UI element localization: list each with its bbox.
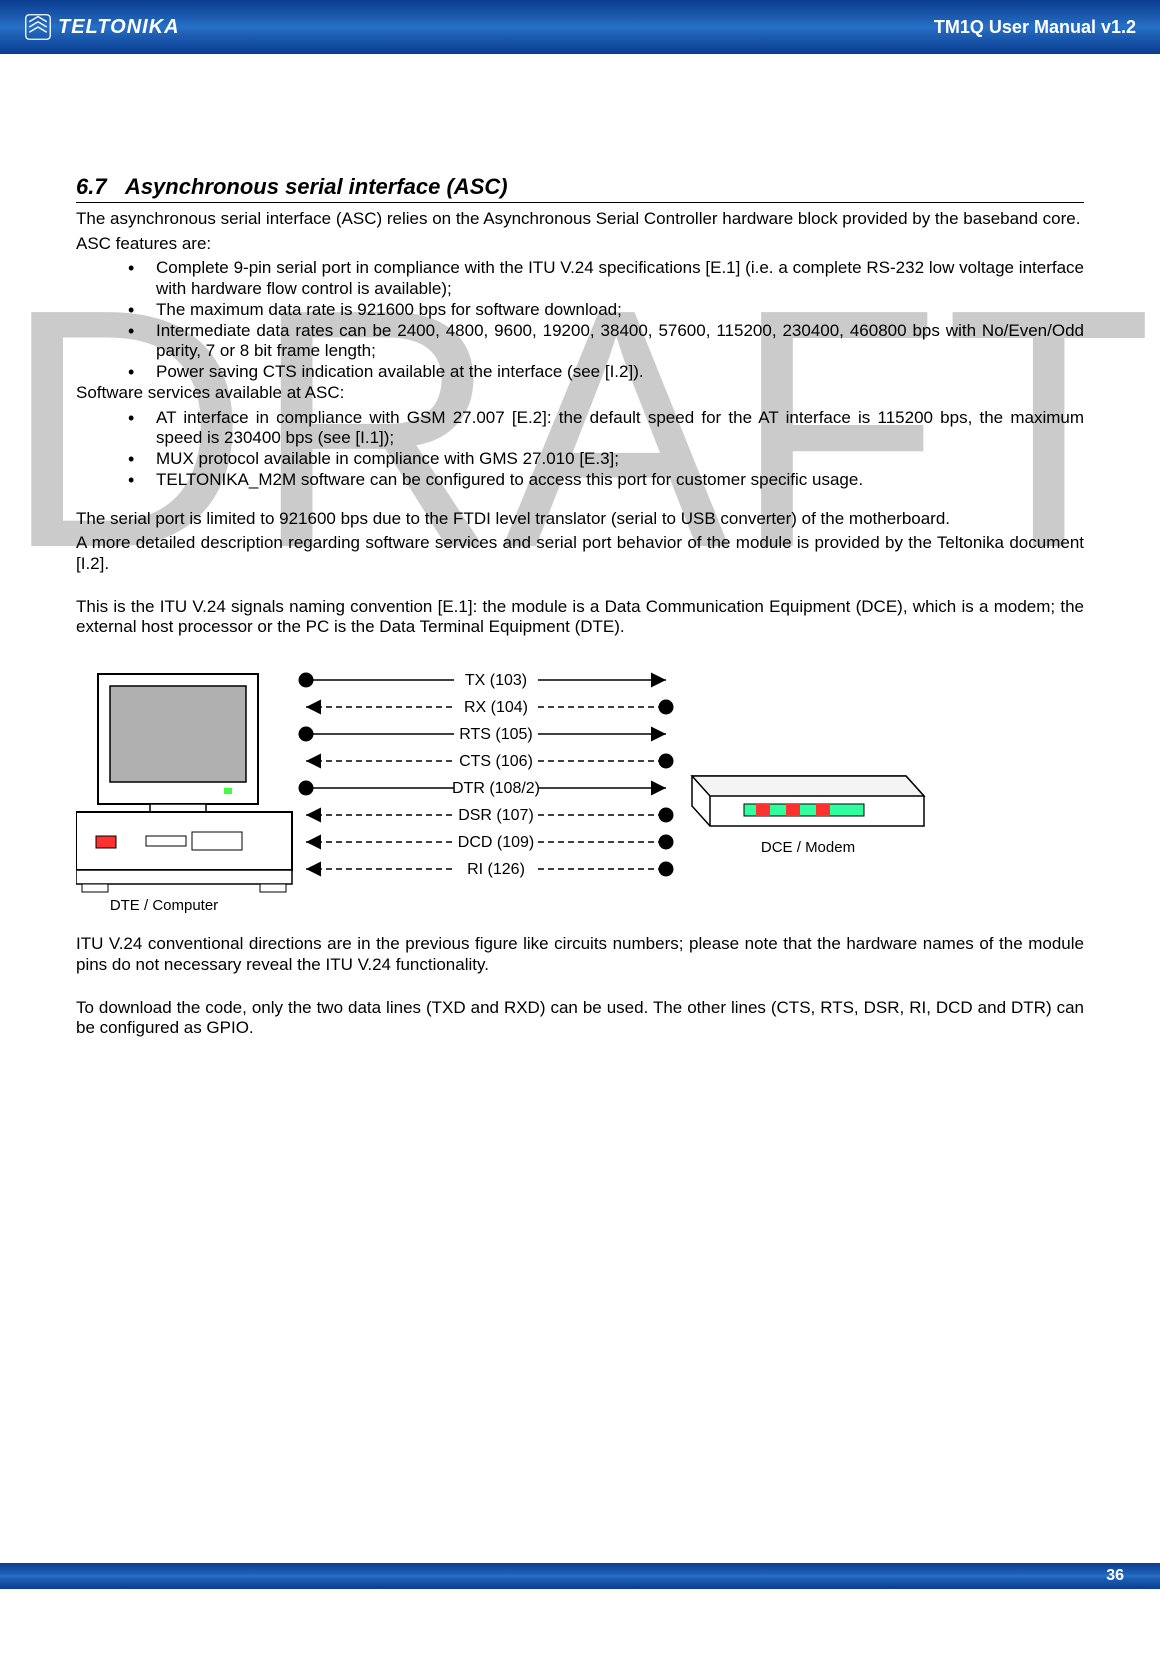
mid-paragraph-3: This is the ITU V.24 signals naming conv…	[76, 597, 1084, 638]
page-footer: 36	[0, 1563, 1160, 1589]
mid-paragraph-1: The serial port is limited to 921600 bps…	[76, 509, 1084, 530]
intro-paragraph-1: The asynchronous serial interface (ASC) …	[76, 209, 1084, 230]
signal-label: TX (103)	[465, 672, 527, 689]
feature-item: The maximum data rate is 921600 bps for …	[128, 300, 1084, 321]
signal-label: DCD (109)	[458, 834, 534, 851]
doc-title: TM1Q User Manual v1.2	[934, 17, 1136, 38]
dce-label: DCE / Modem	[761, 839, 855, 856]
teltonika-logo-icon	[24, 13, 52, 41]
intro-paragraph-2: ASC features are:	[76, 234, 1084, 255]
feature-item: Complete 9-pin serial port in compliance…	[128, 258, 1084, 299]
signal-label: CTS (106)	[459, 753, 533, 770]
section-title: Asynchronous serial interface (ASC)	[125, 174, 508, 199]
v24-signals-diagram: DTE / Computer DCE / Modem	[76, 666, 1084, 916]
page-number: 36	[1106, 1567, 1124, 1585]
features-list: Complete 9-pin serial port in compliance…	[76, 258, 1084, 382]
service-item: MUX protocol available in compliance wit…	[128, 449, 1084, 470]
brand-name: TELTONIKA	[58, 16, 180, 39]
dce-modem-icon	[692, 776, 924, 826]
signal-label: RX (104)	[464, 699, 528, 716]
service-item: TELTONIKA_M2M software can be configured…	[128, 470, 1084, 491]
feature-item: Power saving CTS indication available at…	[128, 362, 1084, 383]
signal-label: DSR (107)	[458, 807, 534, 824]
section-number: 6.7	[76, 174, 107, 199]
section-heading: 6.7 Asynchronous serial interface (ASC)	[76, 174, 1084, 203]
post-paragraph-2: To download the code, only the two data …	[76, 998, 1084, 1039]
services-list: AT interface in compliance with GSM 27.0…	[76, 408, 1084, 491]
service-item: AT interface in compliance with GSM 27.0…	[128, 408, 1084, 449]
post-paragraph-1: ITU V.24 conventional directions are in …	[76, 934, 1084, 975]
dte-computer-icon	[76, 674, 292, 892]
page-content: DRAFT 6.7 Asynchronous serial interface …	[0, 54, 1160, 1039]
signal-label: RTS (105)	[459, 726, 533, 743]
signal-label: RI (126)	[467, 861, 525, 878]
feature-item: Intermediate data rates can be 2400, 480…	[128, 321, 1084, 362]
dte-label: DTE / Computer	[110, 897, 218, 914]
mid-paragraph-2: A more detailed description regarding so…	[76, 533, 1084, 574]
signal-label: DTR (108/2)	[452, 780, 540, 797]
page-header: TELTONIKA TM1Q User Manual v1.2	[0, 0, 1160, 54]
services-intro: Software services available at ASC:	[76, 383, 1084, 404]
brand-logo: TELTONIKA	[24, 13, 180, 41]
